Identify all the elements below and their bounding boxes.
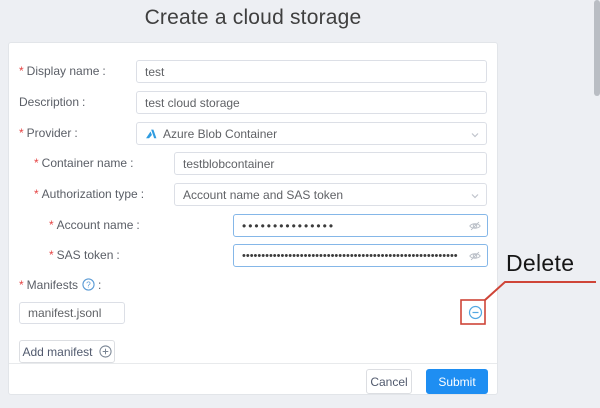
chevron-down-icon xyxy=(470,190,480,204)
minus-circle-icon xyxy=(468,305,483,323)
provider-select[interactable]: Azure Blob Container xyxy=(136,122,487,145)
authorization-type-select[interactable]: Account name and SAS token xyxy=(174,183,487,206)
svg-text:?: ? xyxy=(86,279,91,289)
eye-slash-icon[interactable] xyxy=(468,219,482,237)
plus-circle-icon xyxy=(99,345,112,358)
add-manifest-button[interactable]: Add manifest xyxy=(19,340,115,363)
submit-button[interactable]: Submit xyxy=(426,369,488,394)
account-name-label: *Account name: xyxy=(49,214,140,237)
scrollbar-thumb[interactable] xyxy=(594,0,600,96)
label-text: Display name xyxy=(27,64,100,78)
description-label: Description: xyxy=(19,91,85,114)
cancel-button[interactable]: Cancel xyxy=(366,369,412,394)
display-name-label: *Display name: xyxy=(19,60,106,83)
sas-token-input[interactable]: ••••••••••••••••••••••••••••••••••••••••… xyxy=(233,244,488,267)
provider-label: *Provider: xyxy=(19,122,78,145)
chevron-down-icon xyxy=(470,129,480,143)
masked-value: ••••••••••••••• xyxy=(242,219,335,233)
cancel-label: Cancel xyxy=(370,375,407,389)
required-marker: * xyxy=(34,187,39,201)
label-colon: : xyxy=(102,64,105,78)
masked-value: ••••••••••••••••••••••••••••••••••••••••… xyxy=(242,250,458,262)
label-colon: : xyxy=(116,248,119,262)
required-marker: * xyxy=(49,248,54,262)
footer-divider xyxy=(9,363,497,364)
description-input[interactable] xyxy=(136,91,487,114)
container-name-label: *Container name: xyxy=(34,152,133,175)
delete-annotation-label: Delete xyxy=(506,250,574,277)
label-text: SAS token xyxy=(57,248,114,262)
required-marker: * xyxy=(19,278,24,292)
display-name-input[interactable] xyxy=(136,60,487,83)
label-colon: : xyxy=(130,156,133,170)
required-marker: * xyxy=(19,126,24,140)
label-text: Account name xyxy=(57,218,134,232)
label-text: Description xyxy=(19,95,79,109)
label-text: Manifests xyxy=(27,278,78,292)
eye-slash-icon[interactable] xyxy=(468,249,482,267)
create-cloud-storage-form: *Display name: Description: *Provider: A… xyxy=(8,42,498,395)
azure-icon xyxy=(145,128,157,140)
account-name-input[interactable]: ••••••••••••••• xyxy=(233,214,488,237)
question-circle-icon[interactable]: ? xyxy=(82,278,95,296)
label-colon: : xyxy=(82,95,85,109)
authorization-type-label: *Authorization type: xyxy=(34,183,144,206)
label-colon: : xyxy=(141,187,144,201)
label-text: Container name xyxy=(42,156,127,170)
container-name-input[interactable] xyxy=(174,152,487,175)
label-colon: : xyxy=(74,126,77,140)
required-marker: * xyxy=(49,218,54,232)
page-title: Create a cloud storage xyxy=(8,6,498,30)
required-marker: * xyxy=(34,156,39,170)
authorization-type-value: Account name and SAS token xyxy=(183,188,343,202)
provider-select-value: Azure Blob Container xyxy=(163,127,277,141)
submit-label: Submit xyxy=(438,375,475,389)
add-manifest-label: Add manifest xyxy=(22,345,92,359)
sas-token-label: *SAS token: xyxy=(49,244,120,267)
manifests-label: *Manifests?: xyxy=(19,276,101,294)
label-text: Provider xyxy=(27,126,72,140)
manifest-filename-input[interactable] xyxy=(19,302,125,324)
label-colon: : xyxy=(98,278,101,292)
delete-manifest-button[interactable] xyxy=(467,306,483,322)
label-colon: : xyxy=(136,218,139,232)
label-text: Authorization type xyxy=(42,187,138,201)
required-marker: * xyxy=(19,64,24,78)
